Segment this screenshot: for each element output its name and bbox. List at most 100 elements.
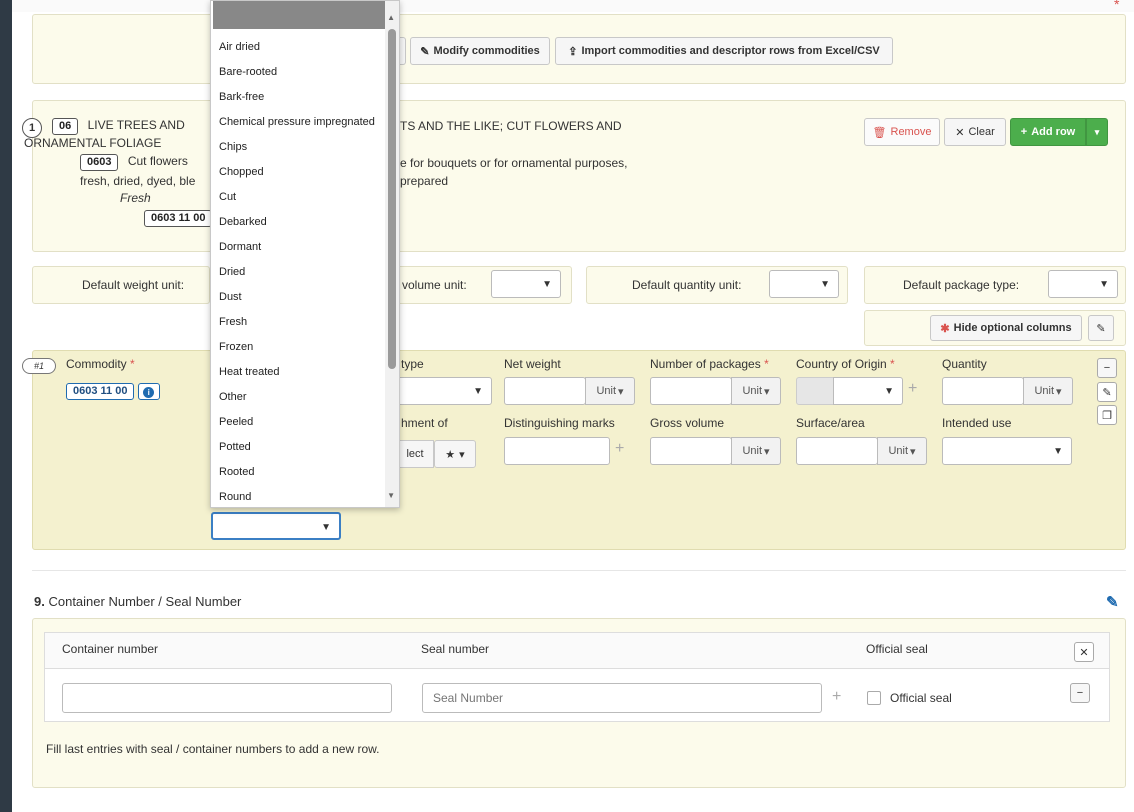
- dropdown-option[interactable]: Bare-rooted: [219, 66, 277, 78]
- edit-row-button[interactable]: ✎: [1097, 382, 1117, 402]
- star-icon: ★: [445, 448, 456, 461]
- add-origin-icon[interactable]: +: [908, 380, 917, 398]
- scroll-down-icon[interactable]: ▼: [387, 491, 395, 500]
- plus-icon: +: [1020, 126, 1028, 138]
- section-edit-icon[interactable]: ✎: [1106, 593, 1119, 611]
- chapter-code: 06: [52, 118, 79, 135]
- dropdown-option[interactable]: Chopped: [219, 166, 264, 178]
- dropdown-option[interactable]: Peeled: [219, 416, 253, 428]
- container-number-header: Container number: [62, 642, 159, 656]
- origin-select[interactable]: ▼: [833, 377, 903, 405]
- dropdown-option[interactable]: Air dried: [219, 41, 260, 53]
- chevron-down-icon: ▼: [1099, 279, 1109, 290]
- dropdown-option[interactable]: Dust: [219, 291, 242, 303]
- nature-of-commodity-select[interactable]: ▼: [211, 512, 341, 540]
- edit-columns-button[interactable]: ✎: [1088, 315, 1114, 341]
- required-icon: *: [764, 357, 769, 371]
- quantity-input[interactable]: [942, 377, 1024, 405]
- distinguishing-marks-input[interactable]: [504, 437, 610, 465]
- surface-area-unit-button[interactable]: Unit ▾: [877, 437, 927, 465]
- hide-optional-columns-button[interactable]: ✱ Hide optional columns: [930, 315, 1082, 341]
- container-table-header: [45, 633, 1109, 669]
- intended-use-select[interactable]: ▼: [942, 437, 1072, 465]
- dropdown-option[interactable]: Fresh: [219, 316, 247, 328]
- dropdown-option[interactable]: Cut: [219, 191, 236, 203]
- chevron-down-icon: ▼: [820, 279, 830, 290]
- net-weight-label: Net weight: [504, 357, 561, 371]
- remove-button[interactable]: 🗑 Remove: [864, 118, 940, 146]
- surface-area-input[interactable]: [796, 437, 878, 465]
- heading-text: Cut flowers: [127, 154, 188, 168]
- seal-number-header: Seal number: [421, 642, 490, 656]
- seal-number-input[interactable]: [422, 683, 822, 713]
- default-package-select[interactable]: ▼: [1048, 270, 1118, 298]
- import-commodities-button[interactable]: ⇪ Import commodities and descriptor rows…: [555, 37, 893, 65]
- intended-use-label: Intended use: [942, 416, 1012, 430]
- modify-commodities-button[interactable]: ✎ Modify commodities: [410, 37, 550, 65]
- select-establishment-button[interactable]: lect: [396, 440, 434, 468]
- dropdown-option[interactable]: Debarked: [219, 216, 267, 228]
- scroll-up-icon[interactable]: ▲: [387, 13, 395, 22]
- favourites-button[interactable]: ★ ▾: [434, 440, 476, 468]
- chevron-down-icon: ▼: [884, 386, 894, 397]
- gross-volume-input[interactable]: [650, 437, 732, 465]
- remove-row-button[interactable]: −: [1070, 683, 1090, 703]
- net-weight-input[interactable]: [504, 377, 586, 405]
- container-number-input[interactable]: [62, 683, 392, 713]
- default-quantity-label: Default quantity unit:: [632, 278, 742, 292]
- trash-icon: 🗑: [872, 126, 887, 139]
- default-quantity-select[interactable]: ▼: [769, 270, 839, 298]
- net-weight-unit-button[interactable]: Unit ▾: [585, 377, 635, 405]
- dropdown-option[interactable]: Chips: [219, 141, 247, 153]
- chapter-line: 06 LIVE TREES AND: [52, 118, 185, 135]
- clear-button[interactable]: ✕ Clear: [944, 118, 1006, 146]
- caret-down-icon: ▾: [459, 448, 465, 461]
- chevron-down-icon: ▼: [542, 279, 552, 290]
- official-seal-checkbox-label: Official seal: [890, 691, 952, 705]
- dropdown-option[interactable]: Heat treated: [219, 366, 280, 378]
- info-button[interactable]: i: [137, 383, 160, 400]
- collapse-row-button[interactable]: −: [1097, 358, 1117, 378]
- default-volume-select[interactable]: ▼: [491, 270, 561, 298]
- dropdown-scrollbar-thumb[interactable]: [388, 29, 396, 369]
- commodity-code-badge[interactable]: 0603 11 00: [66, 383, 135, 400]
- dropdown-highlighted-option[interactable]: [213, 1, 385, 29]
- copy-row-button[interactable]: ❐: [1097, 405, 1117, 425]
- dropdown-option[interactable]: Dried: [219, 266, 245, 278]
- pencil-icon: ✎: [1102, 386, 1112, 399]
- chapter-text-continued: TS AND THE LIKE; CUT FLOWERS AND: [400, 119, 622, 133]
- close-icon: ✕: [1079, 646, 1089, 659]
- commodity-index-badge: 1: [22, 118, 42, 138]
- dropdown-option[interactable]: Bark-free: [219, 91, 264, 103]
- dropdown-option[interactable]: Rooted: [219, 466, 254, 478]
- toolbar-button-hidden[interactable]: [400, 37, 406, 65]
- dropdown-option[interactable]: Round: [219, 491, 251, 503]
- quantity-label: Quantity: [942, 357, 987, 371]
- minus-icon: −: [1076, 687, 1084, 699]
- dropdown-option[interactable]: Other: [219, 391, 247, 403]
- type-select[interactable]: ▼: [396, 377, 492, 405]
- gross-volume-label: Gross volume: [650, 416, 725, 430]
- caret-down-icon: ▾: [764, 445, 770, 458]
- dropdown-option[interactable]: Frozen: [219, 341, 253, 353]
- add-seal-icon[interactable]: +: [832, 688, 841, 706]
- packages-input[interactable]: [650, 377, 732, 405]
- caret-down-icon: ▾: [910, 445, 916, 458]
- section-title: 9. Container Number / Seal Number: [34, 594, 242, 609]
- dropdown-option[interactable]: Dormant: [219, 241, 261, 253]
- nature-dropdown-list[interactable]: Air dried Bare-rooted Bark-free Chemical…: [210, 0, 400, 508]
- remove-all-button[interactable]: ✕: [1074, 642, 1094, 662]
- add-mark-icon[interactable]: +: [615, 440, 624, 458]
- chevron-down-icon: ▼: [473, 386, 483, 397]
- packages-unit-button[interactable]: Unit ▾: [731, 377, 781, 405]
- dropdown-option[interactable]: Potted: [219, 441, 251, 453]
- dropdown-option[interactable]: Chemical pressure impregnated: [219, 116, 375, 128]
- official-seal-checkbox[interactable]: [867, 691, 881, 705]
- gross-volume-unit-button[interactable]: Unit ▾: [731, 437, 781, 465]
- default-weight-label: Default weight unit:: [82, 278, 185, 292]
- info-icon: i: [143, 387, 155, 398]
- add-row-dropdown-toggle[interactable]: ▾: [1086, 118, 1108, 146]
- establishment-label: hment of: [401, 416, 448, 430]
- quantity-unit-button[interactable]: Unit ▾: [1023, 377, 1073, 405]
- add-row-button[interactable]: + Add row: [1010, 118, 1086, 146]
